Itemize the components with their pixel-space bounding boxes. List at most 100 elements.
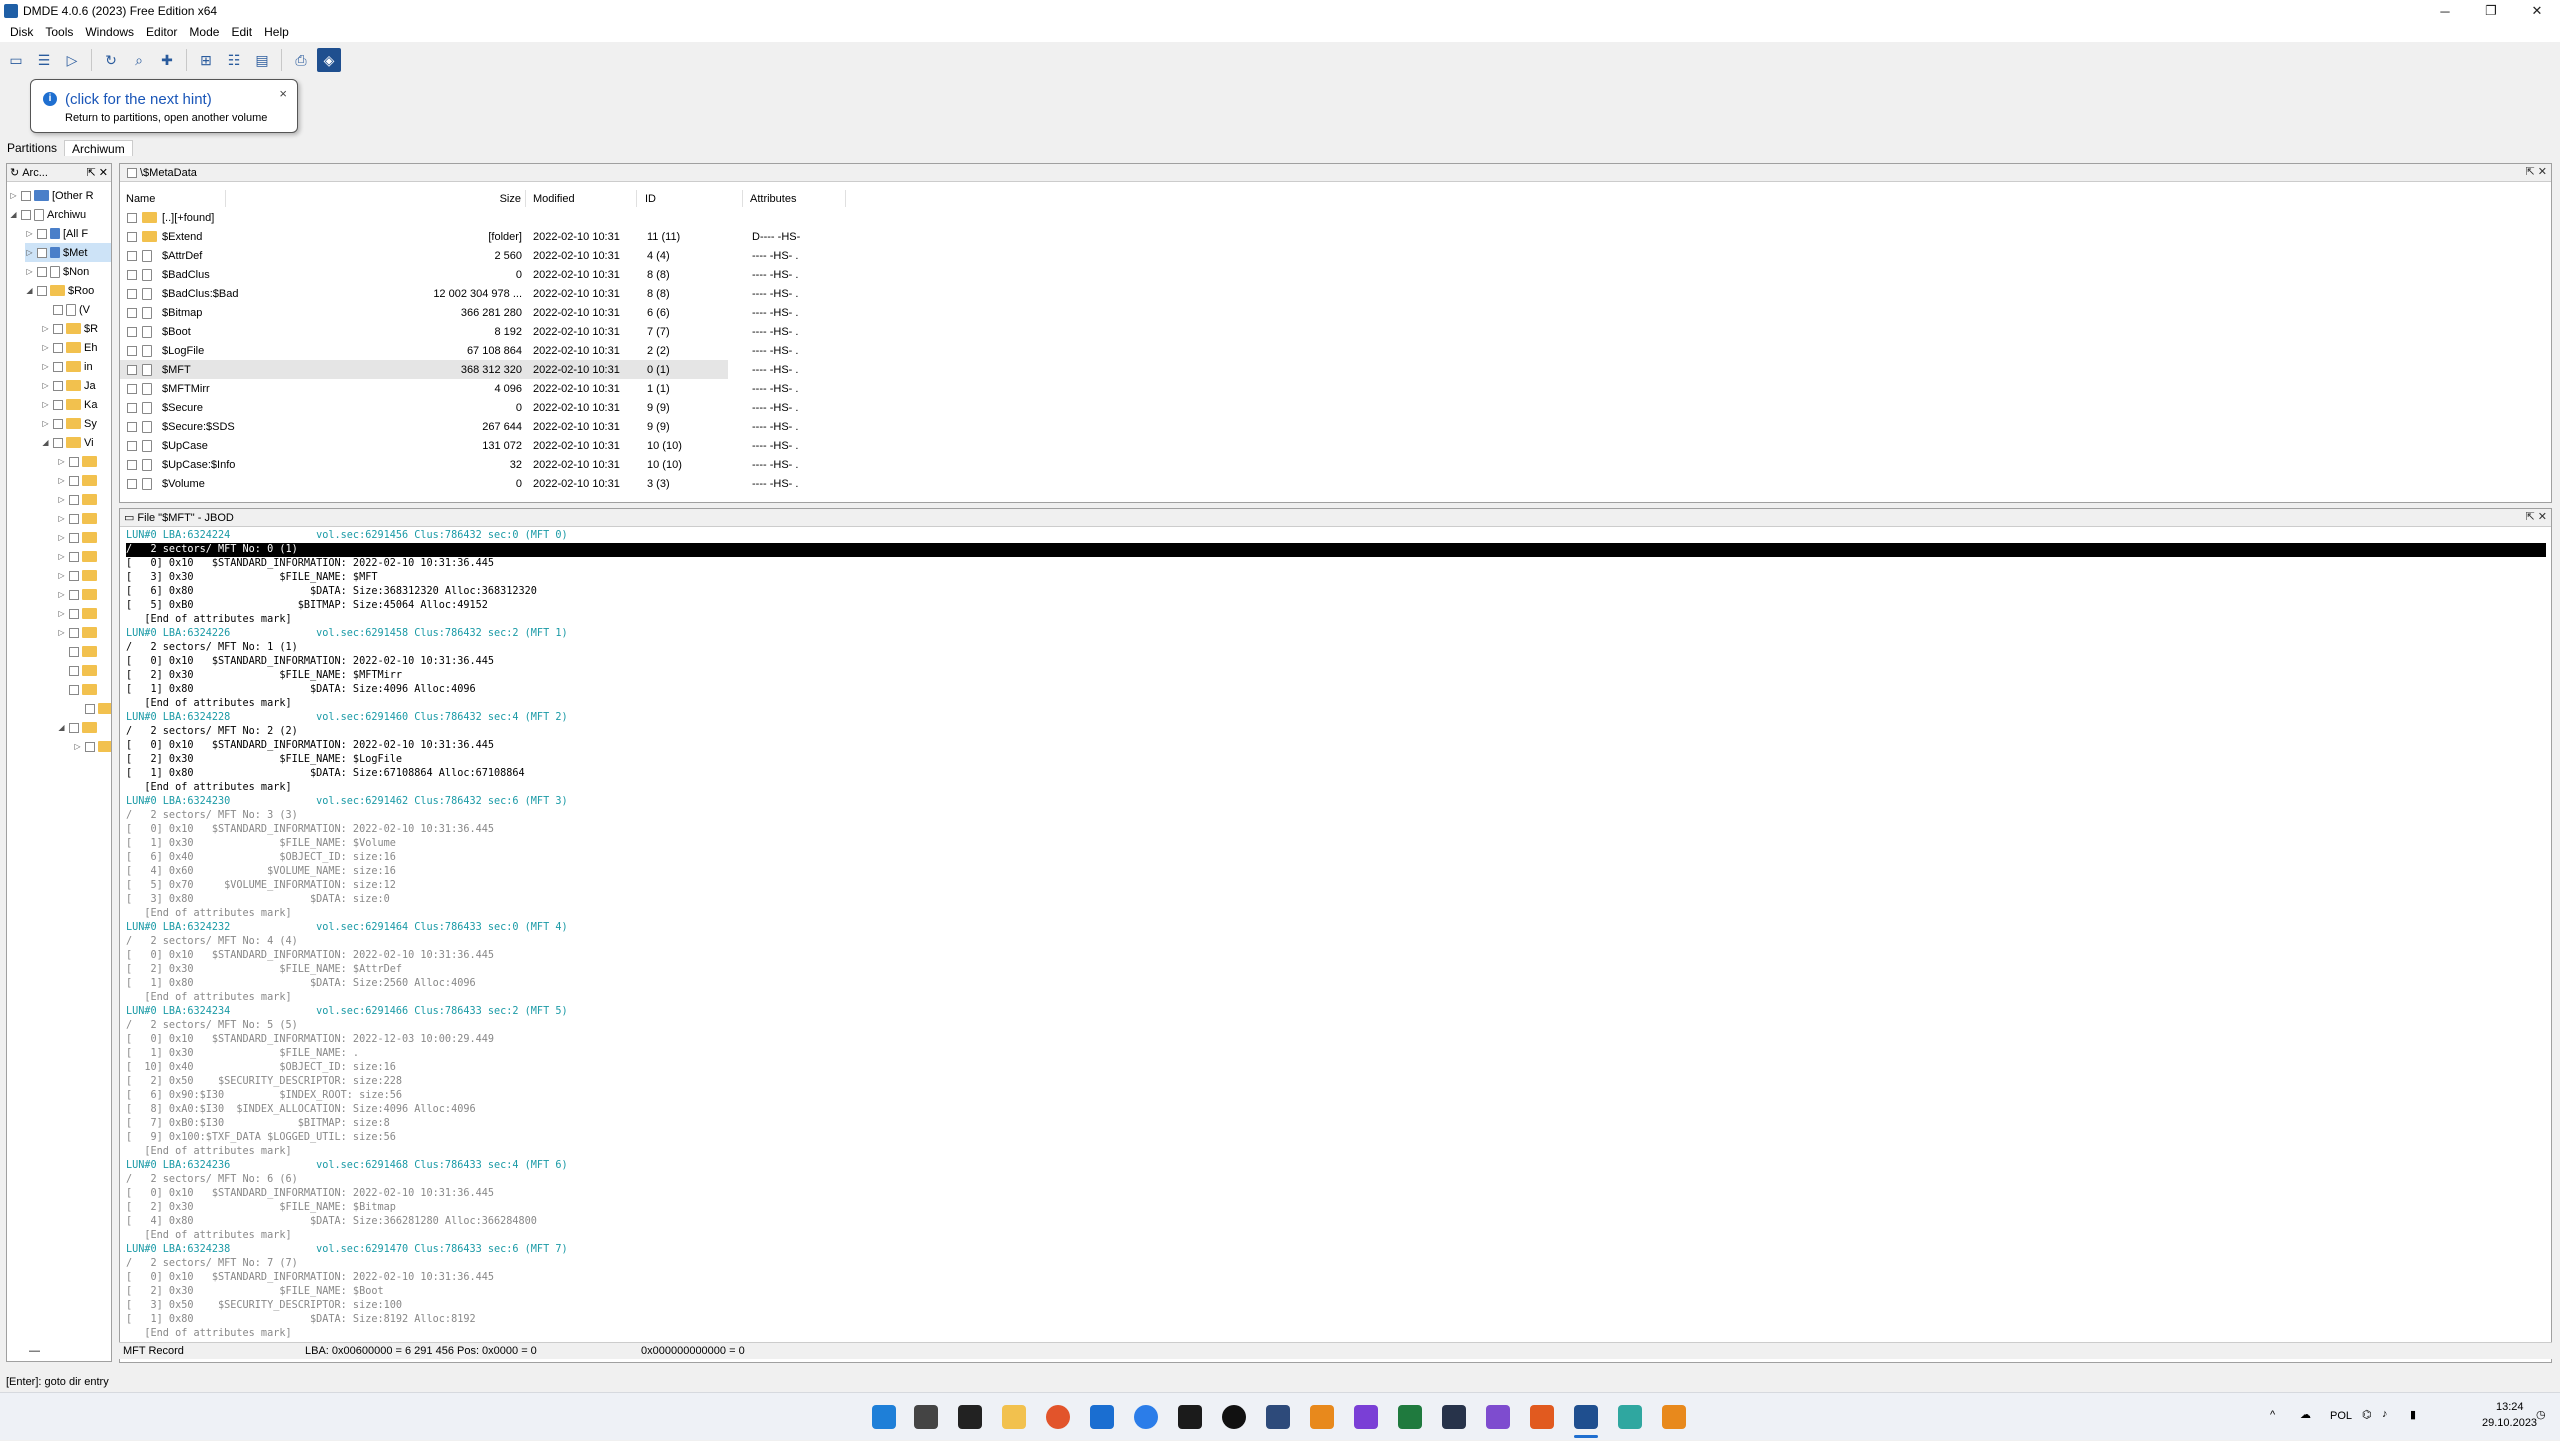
volume-icon[interactable]: ♪ xyxy=(2382,1408,2388,1420)
chart-app-icon[interactable] xyxy=(1266,1405,1290,1429)
file-explorer-icon[interactable] xyxy=(1002,1405,1026,1429)
file-row[interactable]: $BadClus 0 2022-02-10 10:31 8 (8) ---- -HS- … xyxy=(120,265,798,284)
file-row[interactable]: $Secure:$SDS 267 644 2022-02-10 10:31 9 (9)… xyxy=(120,417,798,436)
terminal-icon[interactable] xyxy=(958,1405,982,1429)
tree-item[interactable]: ▷ Ka xyxy=(41,395,97,414)
tree-subfolder[interactable]: ▷ xyxy=(57,566,100,585)
menu-help[interactable]: Help xyxy=(258,25,295,39)
volume-icon[interactable]: ☰ xyxy=(32,48,56,72)
tree-item[interactable]: ◢ $Roo xyxy=(25,281,94,300)
file-row[interactable]: $MFTMirr 4 096 2022-02-10 10:31 1 (1) ---- -… xyxy=(120,379,798,398)
menu-tools[interactable]: Tools xyxy=(39,25,79,39)
hint-link[interactable]: (click for the next hint) xyxy=(65,91,212,108)
file-row[interactable]: $Bitmap 366 281 280 2022-02-10 10:31 6 (6) -… xyxy=(120,303,798,322)
tab-partitions[interactable]: Partitions xyxy=(0,140,64,156)
tree-subfolder[interactable]: ▷ xyxy=(57,547,100,566)
row-checkbox[interactable] xyxy=(127,402,137,413)
row-checkbox[interactable] xyxy=(127,231,137,242)
tree-subfolder[interactable]: ▷ xyxy=(57,585,100,604)
tree-subfolder[interactable] xyxy=(57,680,100,699)
tree-subfolder[interactable] xyxy=(73,699,111,718)
file-row[interactable]: $MFT 368 312 320 2022-02-10 10:31 0 (1) ----… xyxy=(120,360,798,379)
start-icon[interactable] xyxy=(872,1405,896,1429)
column-attributes[interactable]: Attributes xyxy=(750,190,846,207)
tree-item[interactable]: ▷ Eh xyxy=(41,338,97,357)
tree-subfolder[interactable]: ▷ xyxy=(57,471,100,490)
clock-time[interactable]: 13:24 xyxy=(2496,1401,2524,1413)
file-row[interactable]: [..][+found] xyxy=(120,208,728,227)
close-button[interactable]: ✕ xyxy=(2514,0,2560,22)
tree-subfolder[interactable]: ▷ xyxy=(57,509,100,528)
select-all-checkbox[interactable] xyxy=(127,167,137,178)
file-row[interactable]: $Secure 0 2022-02-10 10:31 9 (9) ---- -HS- . xyxy=(120,398,798,417)
spreadsheet-icon[interactable] xyxy=(1398,1405,1422,1429)
tree-item[interactable]: ▷ $R xyxy=(41,319,98,338)
stack-app-icon[interactable] xyxy=(1354,1405,1378,1429)
task-view-icon[interactable] xyxy=(914,1405,938,1429)
menu-editor[interactable]: Editor xyxy=(140,25,183,39)
tree-item[interactable]: ▷ Ja xyxy=(41,376,95,395)
language-indicator[interactable]: POL xyxy=(2330,1410,2352,1422)
row-checkbox[interactable] xyxy=(127,421,137,432)
file-row[interactable]: $BadClus:$Bad 12 002 304 978 ... 2022-02-1… xyxy=(120,284,798,303)
notes-app-icon[interactable] xyxy=(1662,1405,1686,1429)
list-view-icon[interactable]: ☷ xyxy=(222,48,246,72)
tree-item[interactable]: (V xyxy=(41,300,90,319)
row-checkbox[interactable] xyxy=(127,212,137,223)
tree-pane-controls[interactable]: ⇱ ✕ xyxy=(87,166,109,179)
hint-tooltip[interactable]: i (click for the next hint) Return to pa… xyxy=(30,79,298,133)
menu-windows[interactable]: Windows xyxy=(79,25,140,39)
tree-subfolder[interactable] xyxy=(57,642,100,661)
tree-subfolder[interactable]: ▷ xyxy=(73,737,111,756)
column-name[interactable]: Name xyxy=(126,190,226,207)
row-checkbox[interactable] xyxy=(127,478,137,489)
print-icon[interactable]: ⎙ xyxy=(289,48,313,72)
file-row[interactable]: $Boot 8 192 2022-02-10 10:31 7 (7) ---- -HS-… xyxy=(120,322,798,341)
firefox-icon[interactable] xyxy=(1046,1405,1070,1429)
row-checkbox[interactable] xyxy=(127,364,137,375)
tab-archiwum[interactable]: Archiwum xyxy=(64,140,133,156)
column-id[interactable]: ID xyxy=(645,190,743,207)
play-icon[interactable]: ▷ xyxy=(60,48,84,72)
tree-item[interactable]: ◢ Archiwu xyxy=(9,205,86,224)
network-icon[interactable]: ⌬ xyxy=(2362,1408,2372,1421)
row-checkbox[interactable] xyxy=(127,459,137,470)
notification-icon[interactable]: ◷ xyxy=(2536,1408,2546,1421)
battery-icon[interactable]: ▮ xyxy=(2410,1408,2416,1421)
tree-subfolder[interactable]: ◢ xyxy=(57,718,100,737)
row-checkbox[interactable] xyxy=(127,269,137,280)
file-row[interactable]: $AttrDef 2 560 2022-02-10 10:31 4 (4) ---- -… xyxy=(120,246,798,265)
tree-item[interactable]: ▷ $Non xyxy=(25,262,89,281)
tree-item[interactable]: ▷ [All F xyxy=(25,224,88,243)
tree-subfolder[interactable]: ▷ xyxy=(57,528,100,547)
column-size[interactable]: Size xyxy=(310,190,526,207)
file-row[interactable]: $Extend [folder] 2022-02-10 10:31 11 (11) D-… xyxy=(120,227,800,246)
tree-item-selected[interactable]: ▷ $Met xyxy=(25,243,111,262)
dmde-taskbar-icon[interactable] xyxy=(1574,1405,1598,1429)
visual-studio-icon[interactable] xyxy=(1486,1405,1510,1429)
new-file-icon[interactable]: ✚ xyxy=(155,48,179,72)
cloud-icon[interactable]: ☁ xyxy=(2300,1408,2311,1421)
tree-subfolder[interactable]: ▷ xyxy=(57,623,100,642)
hint-close-icon[interactable]: × xyxy=(279,86,287,101)
tree-subfolder[interactable]: ▷ xyxy=(57,604,100,623)
maximize-button[interactable]: ❐ xyxy=(2468,0,2514,22)
tree-refresh-icon[interactable]: ↻ xyxy=(10,166,19,179)
panel-view-icon[interactable]: ▤ xyxy=(250,48,274,72)
file-row[interactable]: $UpCase 131 072 2022-02-10 10:31 10 (10) ---… xyxy=(120,436,798,455)
menu-disk[interactable]: Disk xyxy=(4,25,39,39)
clock-date[interactable]: 29.10.2023 xyxy=(2482,1417,2537,1429)
image-app-icon[interactable] xyxy=(1442,1405,1466,1429)
tree-subfolder[interactable]: ▷ xyxy=(57,452,100,471)
tree-view-icon[interactable]: ⊞ xyxy=(194,48,218,72)
tree-item[interactable]: ▷ in xyxy=(41,357,92,376)
refresh-icon[interactable]: ↻ xyxy=(99,48,123,72)
row-checkbox[interactable] xyxy=(127,288,137,299)
tree-item[interactable]: ▷ Sy xyxy=(41,414,96,433)
column-modified[interactable]: Modified xyxy=(533,190,637,207)
row-checkbox[interactable] xyxy=(127,250,137,261)
monitor-icon[interactable] xyxy=(1178,1405,1202,1429)
network-app-icon[interactable] xyxy=(1618,1405,1642,1429)
browser-icon[interactable] xyxy=(1134,1405,1158,1429)
file-row[interactable]: $Volume 0 2022-02-10 10:31 3 (3) ---- -HS- . xyxy=(120,474,798,493)
